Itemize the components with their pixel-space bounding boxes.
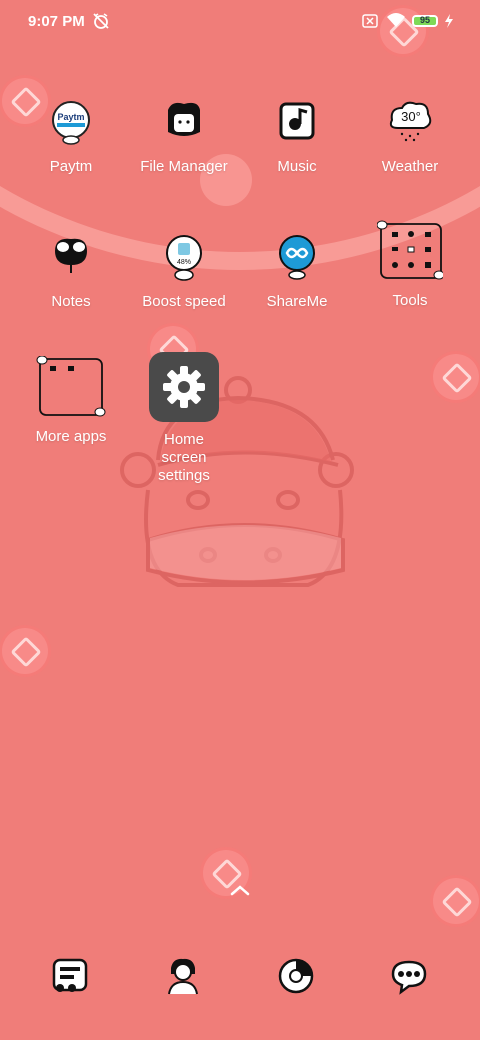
boost-speed-icon: 48% — [158, 231, 210, 283]
alarm-off-icon — [93, 13, 109, 29]
browser-icon[interactable] — [274, 954, 318, 998]
battery-level: 95 — [419, 15, 430, 25]
coin-decoration — [2, 628, 48, 674]
app-label: Music — [277, 158, 317, 175]
app-label: Paytm — [49, 158, 93, 175]
app-file-manager[interactable]: File Manager — [128, 96, 240, 176]
tools-folder-icon — [376, 220, 445, 280]
battery-icon: 95 — [412, 15, 438, 27]
coin-decoration — [433, 878, 479, 924]
paytm-icon: Paytm — [45, 96, 97, 148]
file-manager-icon — [158, 96, 210, 148]
app-music[interactable]: Music — [241, 96, 353, 176]
app-label: Home screen settings — [158, 431, 210, 484]
app-weather[interactable]: 30° Weather — [354, 96, 466, 176]
app-label: Notes — [51, 293, 91, 310]
shareme-icon — [271, 231, 323, 283]
notes-icon — [45, 231, 97, 283]
app-label: File Manager — [140, 158, 228, 175]
charging-icon — [445, 14, 453, 28]
wifi-icon — [387, 13, 405, 27]
folder-more-apps[interactable]: More apps — [15, 355, 127, 446]
sim-x-icon — [362, 14, 378, 28]
status-time: 9:07 PM — [28, 13, 85, 30]
folder-label: More apps — [35, 428, 107, 445]
app-label: ShareMe — [266, 293, 328, 310]
app-label: Weather — [381, 158, 439, 175]
coin-decoration — [433, 354, 479, 400]
app-label: Boost speed — [142, 293, 226, 310]
app-shareme[interactable]: ShareMe — [241, 231, 353, 311]
weather-icon: 30° — [384, 96, 436, 148]
weather-temp: 30° — [401, 109, 421, 124]
app-drawer-chevron-up-icon[interactable] — [230, 884, 250, 896]
boost-percentage: 48% — [177, 259, 191, 266]
app-home-screen-settings[interactable]: Home screen settings — [128, 352, 240, 485]
app-boost-speed[interactable]: 48% Boost speed — [128, 231, 240, 311]
contacts-icon[interactable] — [161, 954, 205, 998]
chat-icon[interactable] — [387, 954, 431, 998]
app-paytm[interactable]: Paytm Paytm — [15, 96, 127, 176]
svg-text:Paytm: Paytm — [57, 112, 84, 122]
music-icon — [271, 96, 323, 148]
messages-icon[interactable] — [48, 954, 92, 998]
app-notes[interactable]: Notes — [15, 231, 127, 311]
folder-tools[interactable]: Tools — [354, 220, 466, 310]
more-apps-folder-icon — [36, 355, 106, 418]
status-bar: 9:07 PM 95 — [0, 0, 480, 44]
folder-label: Tools — [392, 292, 428, 309]
gear-icon — [149, 352, 219, 422]
